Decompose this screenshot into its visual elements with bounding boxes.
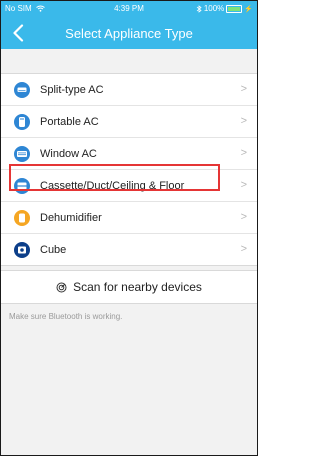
battery-status: 100% ⚡ [196,4,253,13]
appliance-row-cube[interactable]: Cube > [1,234,257,265]
chevron-right-icon: > [240,179,247,191]
charging-icon: ⚡ [244,5,253,13]
appliance-row-split-ac[interactable]: Split-type AC > [1,74,257,106]
window-ac-icon [14,145,30,162]
top-bar: No SIM 4:39 PM 100% ⚡ Select Appliance T… [1,1,257,49]
appliance-label: Split-type AC [40,83,104,96]
bluetooth-status-icon [196,4,202,13]
cassette-icon [14,177,30,194]
appliance-label: Cube [40,243,67,256]
back-button[interactable] [7,21,29,45]
chevron-right-icon: > [240,147,247,159]
chevron-right-icon: > [240,115,247,127]
battery-icon [226,4,243,13]
appliance-row-portable-ac[interactable]: Portable AC > [1,106,257,138]
appliance-label: Window AC [40,147,97,160]
chevron-left-icon [13,24,24,42]
appliance-label: Portable AC [40,115,99,128]
page-title: Select Appliance Type [65,26,193,41]
app-screen: No SIM 4:39 PM 100% ⚡ Select Appliance T… [0,0,258,456]
cube-icon [14,241,30,258]
radar-icon [56,282,67,293]
appliance-label: Cassette/Duct/Ceiling & Floor [40,179,185,192]
appliance-row-window-ac[interactable]: Window AC > [1,138,257,170]
chevron-right-icon: > [240,83,247,95]
appliance-row-cassette[interactable]: Cassette/Duct/Ceiling & Floor > [1,170,257,202]
bluetooth-hint: Make sure Bluetooth is working. [9,312,123,321]
status-bar: No SIM 4:39 PM 100% ⚡ [1,1,257,15]
appliance-list: Split-type AC > Portable AC > Window AC … [1,73,257,266]
nav-bar: Select Appliance Type [1,17,257,49]
dehumidifier-icon [14,209,30,226]
chevron-right-icon: > [240,211,247,223]
portable-ac-icon [14,113,30,130]
scan-label: Scan for nearby devices [73,280,202,294]
chevron-right-icon: > [240,243,247,255]
scan-button[interactable]: Scan for nearby devices [1,270,257,304]
appliance-row-dehumidifier[interactable]: Dehumidifier > [1,202,257,234]
battery-percent: 100% [203,4,225,13]
split-ac-icon [14,81,30,98]
appliance-label: Dehumidifier [40,211,102,224]
